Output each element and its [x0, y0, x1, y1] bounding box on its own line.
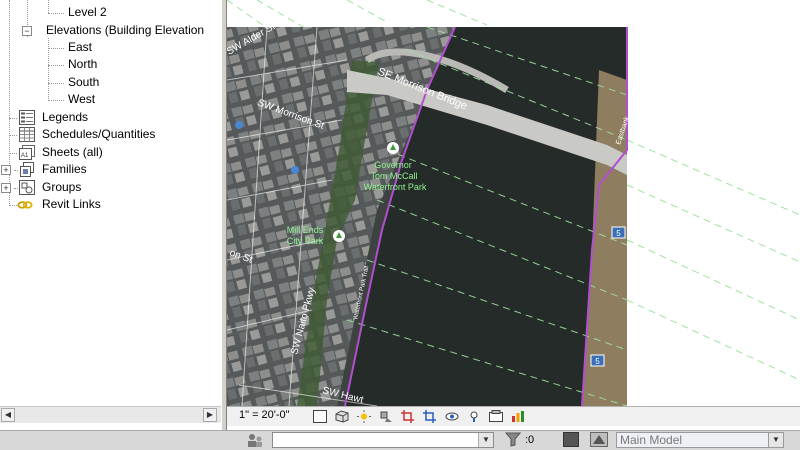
highway-shield-icon: 5: [590, 354, 605, 367]
view-scale[interactable]: 1" = 20'-0": [239, 409, 290, 421]
park-label-line: Governor: [374, 160, 412, 170]
scroll-left-icon[interactable]: ◀: [1, 408, 15, 422]
groups-icon: [19, 180, 35, 195]
collapse-icon[interactable]: −: [22, 26, 32, 36]
park-label-line: Mill Ends: [287, 225, 324, 235]
tree-item-label: Legends: [42, 110, 89, 124]
expand-icon[interactable]: +: [1, 183, 11, 193]
tree-item-revit-links[interactable]: Revit Links: [0, 196, 221, 213]
tree-item-label: Elevations (Building Elevation: [46, 23, 205, 37]
tree-item-level-2[interactable]: Level 2: [0, 4, 221, 21]
shadows-icon[interactable]: [379, 410, 393, 423]
tree-item-label: Groups: [42, 180, 82, 194]
temporary-hide-icon[interactable]: [445, 410, 459, 423]
show-crop-icon[interactable]: [423, 410, 437, 423]
tree-item-label: South: [68, 75, 100, 89]
tree-item-groups[interactable]: + Groups: [0, 179, 221, 196]
highway-shield-icon: 5: [611, 226, 626, 239]
shield-number: 5: [595, 357, 600, 366]
detail-level-icon[interactable]: [313, 410, 327, 423]
families-icon: [20, 162, 34, 177]
tree-item-label: North: [68, 57, 98, 71]
tree-item-label: West: [68, 92, 96, 106]
crop-view-icon[interactable]: [401, 410, 415, 423]
tree-item-families[interactable]: + Families: [0, 161, 221, 178]
park-label-line: Waterfront Park: [364, 182, 427, 192]
view-control-bar: 1" = 20'-0": [227, 406, 800, 426]
tree-item-sheets[interactable]: A1 Sheets (all): [0, 144, 221, 161]
tree-item-west[interactable]: West: [0, 91, 221, 108]
tree-item-label: Families: [42, 162, 87, 176]
reveal-hidden-icon[interactable]: [467, 410, 481, 423]
project-browser: Level 2 − Elevations (Building Elevation…: [0, 0, 221, 406]
shield-number: 5: [616, 229, 621, 238]
park-label-line: Tom McCall: [370, 171, 417, 181]
worksets-icon[interactable]: [246, 433, 264, 448]
design-options-icon[interactable]: [590, 432, 608, 447]
drawing-canvas[interactable]: SW Alder St SE Morrison Bridge SW Morris…: [227, 0, 800, 406]
filter-icon[interactable]: [505, 432, 521, 447]
site-plan-view: SW Alder St SE Morrison Bridge SW Morris…: [227, 0, 800, 406]
tree-item-legends[interactable]: Legends: [0, 109, 221, 126]
design-option-dropdown[interactable]: Main Model: [616, 432, 784, 448]
tree-item-label: Revit Links: [42, 197, 101, 211]
tree-item-label: Level 2: [68, 5, 107, 19]
editable-only-icon[interactable]: [563, 432, 579, 447]
tree-item-label: East: [68, 40, 93, 54]
svg-text:A1: A1: [21, 153, 29, 159]
tree-item-elevations[interactable]: − Elevations (Building Elevation: [0, 22, 221, 39]
browser-horizontal-scrollbar[interactable]: ◀ ▶: [0, 406, 221, 423]
sheets-icon: A1: [19, 145, 35, 160]
tree-item-label: Schedules/Quantities: [42, 127, 156, 141]
visual-style-icon[interactable]: [335, 410, 349, 423]
expand-icon[interactable]: +: [1, 165, 11, 175]
park-label-line: City Park: [287, 236, 324, 246]
tree-item-east[interactable]: East: [0, 39, 221, 56]
schedules-icon: [19, 127, 35, 142]
temporary-view-properties-icon[interactable]: [489, 410, 503, 423]
design-option-value: Main Model: [620, 433, 683, 447]
sun-path-icon[interactable]: [357, 410, 371, 423]
tree-item-label: Sheets (all): [42, 145, 103, 159]
revit-links-icon: [17, 201, 33, 209]
selection-count: :0: [525, 434, 535, 446]
legends-icon: [19, 110, 35, 125]
tree-item-south[interactable]: South: [0, 74, 221, 91]
chevron-down-icon[interactable]: ▼: [478, 433, 493, 447]
chevron-down-icon[interactable]: ▼: [768, 432, 784, 448]
analysis-display-icon[interactable]: [511, 410, 525, 423]
active-workset-dropdown[interactable]: ▼: [272, 432, 494, 448]
tree-item-north[interactable]: North: [0, 56, 221, 73]
scroll-right-icon[interactable]: ▶: [203, 408, 217, 422]
tree-item-schedules[interactable]: Schedules/Quantities: [0, 126, 221, 143]
